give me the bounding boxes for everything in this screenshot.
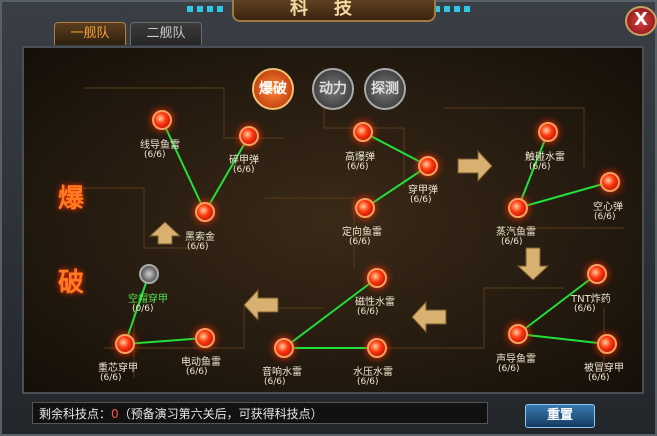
node-ddyl-name: 电动鱼雷 xyxy=(181,357,221,368)
link-bmcj-syyl xyxy=(517,333,608,345)
node-sxsl-name: 音响水雷 xyxy=(262,367,302,378)
node-bmcj[interactable] xyxy=(597,334,617,354)
node-zxcj-progress: (6/6) xyxy=(100,373,122,383)
node-kdcj-name: 空帽穿甲 xyxy=(128,294,168,305)
tech-window: 科技 X 一舰队 二舰队 爆破 动力 探测 爆 破 线导鱼雷 (6/6) 碎甲弹… xyxy=(0,0,657,436)
node-hsj-name: 黑索金 xyxy=(185,232,215,243)
node-kxd-name: 空心弹 xyxy=(593,202,623,213)
node-kdcj-progress: (0/6) xyxy=(132,304,154,314)
node-xdyl-name: 线导鱼雷 xyxy=(140,140,180,151)
tab-fleet-1[interactable]: 一舰队 xyxy=(54,22,126,45)
node-dxyl-name: 定向鱼雷 xyxy=(342,227,382,238)
link-ddyl-zxcj xyxy=(124,337,206,345)
node-sjd-name: 碎甲弹 xyxy=(229,155,259,166)
arrow-left-lower xyxy=(411,300,447,334)
node-xdyl[interactable] xyxy=(152,110,172,130)
node-sysl-name: 水压水雷 xyxy=(353,367,393,378)
arrow-left-upper xyxy=(243,288,279,322)
window-title: 科技 xyxy=(232,0,436,22)
node-tnt-name: TNT炸药 xyxy=(571,294,611,305)
node-sxsl[interactable] xyxy=(274,338,294,358)
node-cxsl-name: 磁性水雷 xyxy=(355,297,395,308)
link-xdyl-hsj xyxy=(161,119,206,213)
points-hint: （预备演习第六关后，可获得科技点） xyxy=(118,407,323,421)
node-bmcj-name: 被冒穿甲 xyxy=(584,363,624,374)
node-hsj[interactable] xyxy=(195,202,215,222)
arrow-right xyxy=(457,149,493,183)
node-cjd-name: 穿甲弹 xyxy=(408,185,438,196)
node-ddyl-progress: (6/6) xyxy=(186,367,208,377)
points-label: 剩余科技点： xyxy=(39,407,112,421)
tab-fleet-2[interactable]: 二舰队 xyxy=(130,22,202,45)
node-xdyl-progress: (6/6) xyxy=(144,150,166,160)
node-dxyl[interactable] xyxy=(355,198,375,218)
title-decoration-right xyxy=(434,6,474,12)
node-tnt-progress: (6/6) xyxy=(574,304,596,314)
node-sxsl-progress: (6/6) xyxy=(264,377,286,387)
node-sysl[interactable] xyxy=(367,338,387,358)
node-cxsl-progress: (6/6) xyxy=(357,307,379,317)
node-sysl-progress: (6/6) xyxy=(357,377,379,387)
node-cpsl-name: 触碰水雷 xyxy=(525,152,565,163)
node-cjd[interactable] xyxy=(418,156,438,176)
node-cjd-progress: (6/6) xyxy=(410,195,432,205)
node-cpsl[interactable] xyxy=(538,122,558,142)
node-kxd[interactable] xyxy=(600,172,620,192)
tech-tree-board: 爆破 动力 探测 爆 破 线导鱼雷 (6/6) 碎甲弹 (6/6) 黑索金 (6… xyxy=(22,46,644,394)
node-gbd[interactable] xyxy=(353,122,373,142)
node-zqyl[interactable] xyxy=(508,198,528,218)
node-zqyl-name: 蒸汽鱼雷 xyxy=(496,227,536,238)
node-tnt[interactable] xyxy=(587,264,607,284)
node-cxsl[interactable] xyxy=(367,268,387,288)
node-syyl-name: 声导鱼雷 xyxy=(496,354,536,365)
node-ddyl[interactable] xyxy=(195,328,215,348)
node-hsj-progress: (6/6) xyxy=(187,242,209,252)
points-value: 0 xyxy=(111,407,119,421)
tech-points-bar: 剩余科技点：0（预备演习第六关后，可获得科技点） xyxy=(32,402,488,424)
node-zxcj[interactable] xyxy=(115,334,135,354)
node-syyl-progress: (6/6) xyxy=(498,364,520,374)
reset-button[interactable]: 重置 xyxy=(525,404,595,428)
arrow-up xyxy=(148,221,182,245)
node-bmcj-progress: (6/6) xyxy=(588,373,610,383)
close-button[interactable]: X xyxy=(625,6,657,36)
node-gbd-name: 高爆弹 xyxy=(345,152,375,163)
node-kxd-progress: (6/6) xyxy=(594,212,616,222)
node-kdcj[interactable] xyxy=(139,264,159,284)
node-cpsl-progress: (6/6) xyxy=(529,162,551,172)
node-syyl[interactable] xyxy=(508,324,528,344)
node-sjd[interactable] xyxy=(239,126,259,146)
node-gbd-progress: (6/6) xyxy=(347,162,369,172)
node-zqyl-progress: (6/6) xyxy=(501,237,523,247)
node-sjd-progress: (6/6) xyxy=(233,165,255,175)
fleet-tabs: 一舰队 二舰队 xyxy=(54,22,206,46)
node-zxcj-name: 重芯穿甲 xyxy=(98,363,138,374)
node-dxyl-progress: (6/6) xyxy=(349,237,371,247)
arrow-down xyxy=(516,247,550,281)
title-decoration-left xyxy=(187,6,227,12)
